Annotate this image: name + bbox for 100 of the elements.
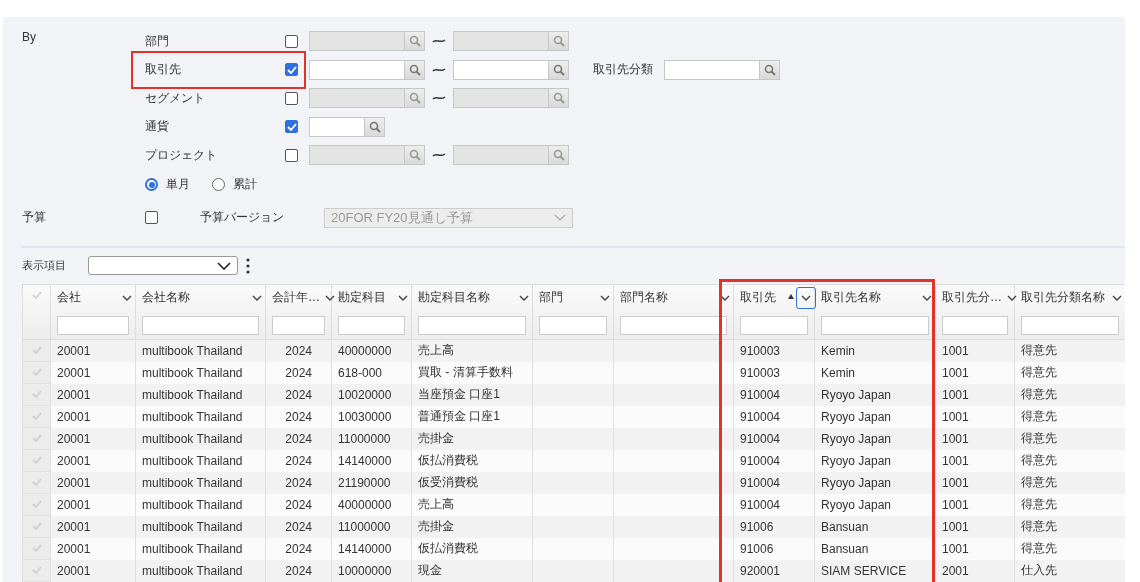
search-button[interactable] xyxy=(549,59,569,80)
search-icon xyxy=(408,149,421,162)
row-check-icon[interactable] xyxy=(31,434,42,442)
row-check-icon[interactable] xyxy=(31,456,42,464)
table-cell: 2024 xyxy=(285,497,312,512)
column-header[interactable]: 部門名称 xyxy=(620,288,668,306)
table-cell: 1001 xyxy=(942,409,969,424)
checkbox[interactable] xyxy=(285,34,298,48)
column-header[interactable]: 会社名称 xyxy=(142,288,190,306)
checkbox[interactable] xyxy=(285,63,298,77)
column-header[interactable]: 取引先名称 xyxy=(821,288,881,306)
column-filter-field[interactable] xyxy=(338,315,405,335)
radio-label: 累計 xyxy=(233,176,257,193)
radio-button[interactable] xyxy=(212,178,225,191)
search-button[interactable] xyxy=(549,145,569,166)
search-button[interactable] xyxy=(549,88,569,109)
text-field[interactable] xyxy=(309,116,365,137)
column-menu-button[interactable] xyxy=(796,286,816,309)
column-filter-field[interactable] xyxy=(620,315,727,335)
table-cell: 1001 xyxy=(942,519,969,534)
budget-label: 予算 xyxy=(22,210,46,224)
table-cell: multibook Thailand xyxy=(142,519,243,534)
search-button[interactable] xyxy=(405,59,425,80)
table-cell: 得意先 xyxy=(1021,474,1057,491)
table-cell: 20001 xyxy=(57,343,91,358)
table-cell: 20001 xyxy=(57,519,91,534)
search-button[interactable] xyxy=(405,145,425,166)
radio-button[interactable] xyxy=(145,178,158,191)
table-cell: 40000000 xyxy=(338,343,392,358)
row-check-icon[interactable] xyxy=(31,566,42,574)
table-cell: 仮払消費税 xyxy=(418,540,478,557)
text-field[interactable] xyxy=(453,59,549,80)
table-cell: 売上高 xyxy=(418,342,454,359)
table-cell: 仮受消費税 xyxy=(418,474,478,491)
table-cell: Ryoyo Japan xyxy=(821,431,892,446)
chevron-down-icon xyxy=(922,294,932,301)
table-cell: 現金 xyxy=(418,562,442,579)
search-icon xyxy=(552,35,565,48)
column-filter-field[interactable] xyxy=(418,315,526,335)
chevron-down-icon xyxy=(122,294,132,301)
table-cell: 14140000 xyxy=(338,541,392,556)
text-field[interactable] xyxy=(664,59,760,80)
display-dropdown[interactable] xyxy=(88,256,238,275)
checkbox[interactable] xyxy=(285,91,298,105)
table-cell: 21190000 xyxy=(338,475,391,490)
table-cell: 10030000 xyxy=(338,409,392,424)
row-check-icon[interactable] xyxy=(31,346,42,354)
column-header[interactable]: 勘定科目名称 xyxy=(418,288,490,306)
row-check-icon[interactable] xyxy=(31,412,42,420)
table-cell: Ryoyo Japan xyxy=(821,387,892,402)
row-check-icon[interactable] xyxy=(31,500,42,508)
table-cell: 得意先 xyxy=(1021,452,1057,469)
table-cell: 20001 xyxy=(57,387,91,402)
chevron-down-icon xyxy=(398,294,408,301)
column-filter-field[interactable] xyxy=(821,315,929,335)
column-filter-field[interactable] xyxy=(942,315,1008,335)
table-cell: 20001 xyxy=(57,563,91,578)
table-cell: 91006 xyxy=(740,519,774,534)
column-filter-field[interactable] xyxy=(1021,315,1119,335)
search-button[interactable] xyxy=(405,88,425,109)
table-cell: 910004 xyxy=(740,387,781,402)
row-check-icon[interactable] xyxy=(31,390,42,398)
table-cell: 売掛金 xyxy=(418,518,454,535)
column-header[interactable]: 取引先分類名称 xyxy=(1021,288,1105,306)
column-filter-field[interactable] xyxy=(272,315,325,335)
checkbox[interactable] xyxy=(285,120,298,134)
table-cell: 得意先 xyxy=(1021,540,1057,557)
search-button[interactable] xyxy=(365,116,385,137)
version-label: 予算バージョン xyxy=(200,209,285,226)
column-header[interactable]: 会社 xyxy=(57,288,81,306)
checkbox[interactable] xyxy=(285,148,298,162)
column-header[interactable]: 部門 xyxy=(539,288,563,306)
column-header[interactable]: 会計年… xyxy=(272,288,320,306)
search-button[interactable] xyxy=(405,31,425,52)
row-check-icon[interactable] xyxy=(31,478,42,486)
row-check-icon[interactable] xyxy=(31,544,42,552)
table-cell: 910004 xyxy=(740,475,781,490)
row-check-icon[interactable] xyxy=(31,368,42,376)
table-cell: 10000000 xyxy=(338,563,392,578)
text-field[interactable] xyxy=(309,59,405,80)
table-cell: 910003 xyxy=(740,365,781,380)
column-filter-field[interactable] xyxy=(57,315,129,335)
column-filter-field[interactable] xyxy=(740,315,808,335)
table-cell: SIAM SERVICE xyxy=(821,563,907,578)
more-icon[interactable] xyxy=(246,257,250,274)
column-header[interactable]: 取引先分… xyxy=(942,288,1002,306)
table-cell: 売上高 xyxy=(418,496,454,513)
column-header[interactable]: 勘定科目 xyxy=(338,288,386,306)
search-button[interactable] xyxy=(760,59,780,80)
column-filter-field[interactable] xyxy=(539,315,607,335)
row-check-icon[interactable] xyxy=(31,522,42,530)
table-cell: 得意先 xyxy=(1021,342,1057,359)
check-icon xyxy=(31,290,42,299)
table-cell: 普通預金 口座1 xyxy=(418,408,500,425)
chevron-down-icon xyxy=(1007,294,1017,301)
table-cell: 2024 xyxy=(285,387,312,402)
search-button[interactable] xyxy=(549,31,569,52)
table-cell: 20001 xyxy=(57,497,91,512)
column-filter-field[interactable] xyxy=(142,315,259,335)
column-header[interactable]: 取引先 xyxy=(740,288,776,306)
